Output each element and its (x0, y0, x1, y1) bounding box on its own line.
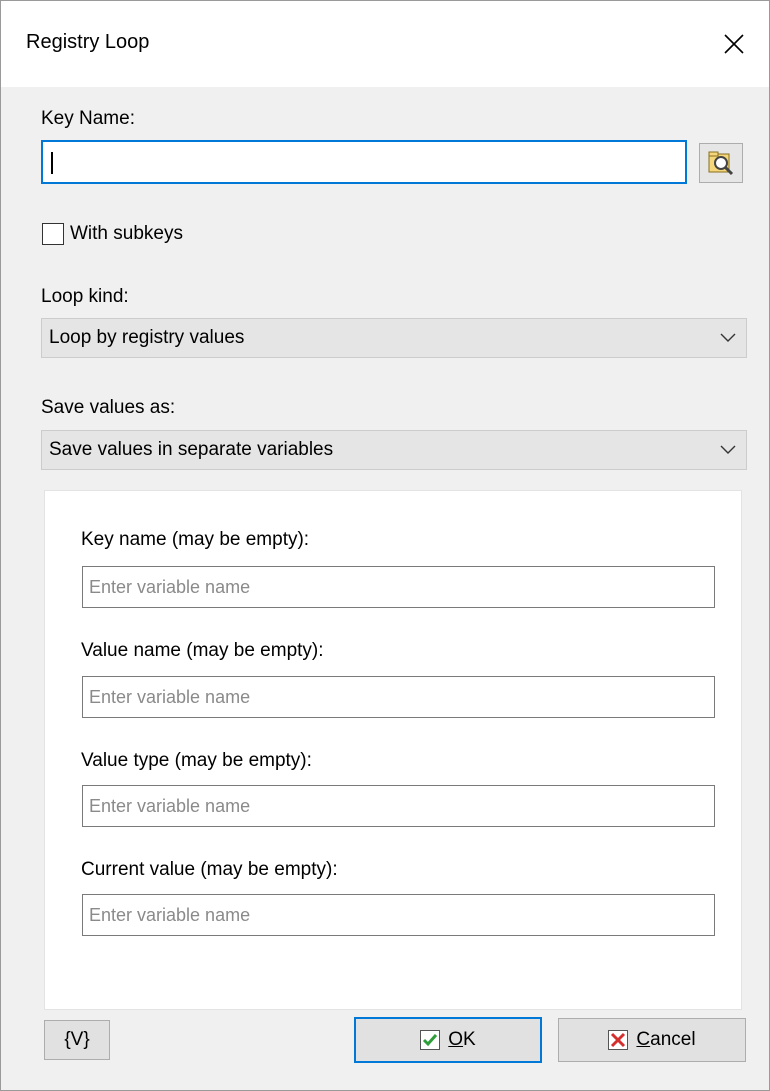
chevron-down-icon (720, 333, 736, 342)
insert-variable-label: {V} (64, 1029, 90, 1050)
key-name-var-input[interactable]: Enter variable name (82, 566, 715, 608)
value-name-var-input[interactable]: Enter variable name (82, 676, 715, 718)
ok-button[interactable]: OK (354, 1017, 542, 1063)
checkmark-icon (420, 1030, 441, 1050)
save-values-label: Save values as: (41, 397, 176, 418)
insert-variable-button[interactable]: {V} (44, 1020, 110, 1060)
save-values-value: Save values in separate variables (49, 439, 334, 460)
cancel-x-icon (608, 1030, 629, 1050)
cancel-label: Cancel (636, 1029, 696, 1050)
key-name-input[interactable] (41, 140, 687, 184)
with-subkeys-label: With subkeys (70, 223, 183, 244)
loop-kind-select[interactable]: Loop by registry values (41, 318, 747, 358)
loop-kind-value: Loop by registry values (49, 327, 245, 348)
close-button[interactable] (699, 1, 769, 87)
registry-loop-dialog: Registry Loop Key Name: With subkeys Loo… (0, 0, 770, 1091)
search-registry-icon (708, 151, 734, 176)
variables-panel: Key name (may be empty): Enter variable … (44, 490, 742, 1010)
current-value-var-input[interactable]: Enter variable name (82, 894, 715, 936)
key-name-label: Key Name: (41, 108, 135, 129)
value-type-var-label: Value type (may be empty): (81, 750, 312, 771)
value-name-var-label: Value name (may be empty): (81, 640, 324, 661)
save-values-select[interactable]: Save values in separate variables (41, 430, 747, 470)
key-name-var-label: Key name (may be empty): (81, 529, 310, 550)
close-icon (724, 34, 744, 54)
current-value-var-label: Current value (may be empty): (81, 859, 338, 880)
text-caret (51, 152, 53, 174)
browse-registry-button[interactable] (699, 143, 743, 183)
checkbox-box[interactable] (42, 223, 64, 245)
loop-kind-label: Loop kind: (41, 286, 129, 307)
chevron-down-icon (720, 445, 736, 454)
cancel-button[interactable]: Cancel (558, 1018, 746, 1062)
with-subkeys-checkbox[interactable]: With subkeys (42, 223, 183, 245)
ok-label: OK (448, 1029, 476, 1050)
value-type-var-input[interactable]: Enter variable name (82, 785, 715, 827)
dialog-title: Registry Loop (26, 31, 150, 53)
title-bar: Registry Loop (1, 1, 769, 87)
